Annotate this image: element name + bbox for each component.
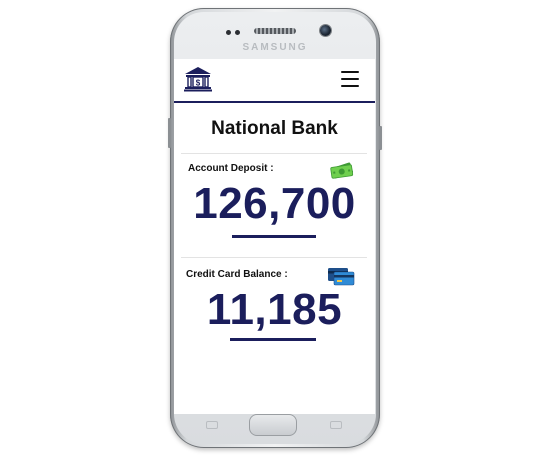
bank-building-icon[interactable]: $ [183, 65, 213, 93]
brand-logo: SAMSUNG [242, 42, 308, 53]
credit-balance-amount: 11,185 [206, 285, 343, 334]
deposit-underline [232, 235, 316, 238]
earpiece-speaker [254, 28, 296, 34]
svg-text:$: $ [196, 79, 201, 88]
deposit-amount: 126,700 [193, 179, 356, 228]
volume-button [168, 118, 171, 148]
sensor-icon [235, 30, 240, 35]
deposit-label: Account Deposit : [188, 163, 274, 174]
app-header: $ [174, 59, 375, 101]
front-camera-icon [320, 25, 331, 36]
credit-balance-label: Credit Card Balance : [186, 269, 288, 280]
section-divider [181, 153, 367, 154]
power-button [379, 126, 382, 150]
header-divider [174, 101, 375, 103]
page-title: National Bank [211, 118, 338, 139]
app-screen: $ National Bank Account Deposit : 126,70… [174, 59, 375, 414]
credit-balance-underline [230, 338, 316, 341]
credit-card-icon [328, 268, 355, 286]
home-button[interactable] [249, 414, 297, 436]
hamburger-menu-icon[interactable] [341, 71, 359, 87]
phone-frame: SAMSUNG $ National Bank Account Deposit … [168, 8, 382, 448]
sensor-icon [226, 30, 231, 35]
back-button[interactable] [330, 421, 342, 429]
section-divider [181, 257, 367, 258]
cash-money-icon [330, 162, 354, 179]
recent-apps-button[interactable] [206, 421, 218, 429]
